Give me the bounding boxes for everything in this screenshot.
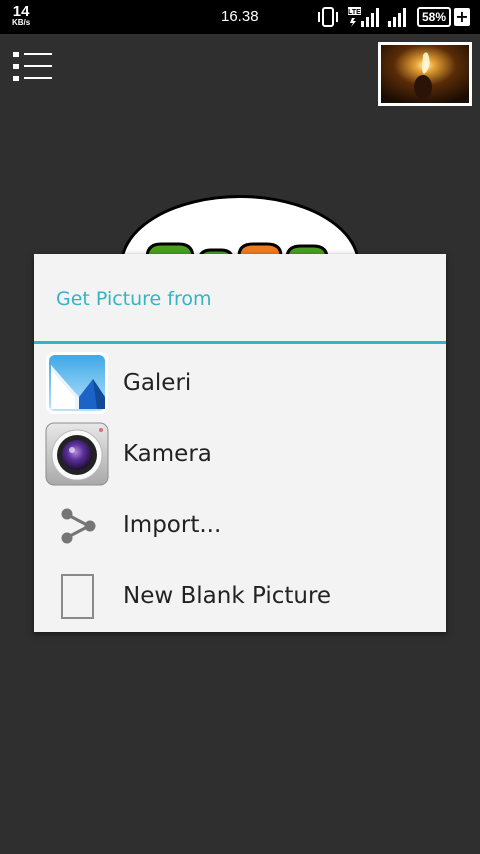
get-picture-dialog: Get Picture from Galeri Kamera Import...… bbox=[34, 254, 446, 632]
network-speed-value: 14 bbox=[12, 3, 30, 20]
charging-icon: + bbox=[454, 7, 470, 26]
blank-page-icon bbox=[45, 564, 109, 628]
signal-strength-icon bbox=[387, 8, 406, 27]
current-picture-thumbnail[interactable] bbox=[378, 42, 472, 106]
dialog-title-divider bbox=[34, 341, 446, 344]
option-kamera[interactable]: Kamera bbox=[34, 419, 446, 489]
option-new-blank-picture[interactable]: New Blank Picture bbox=[34, 561, 446, 631]
status-time: 16.38 bbox=[221, 8, 259, 25]
option-galeri[interactable]: Galeri bbox=[34, 348, 446, 418]
option-galeri-label: Galeri bbox=[123, 370, 192, 396]
network-speed: 14 KB/s bbox=[12, 4, 30, 27]
menu-list-icon[interactable] bbox=[13, 51, 53, 83]
option-import[interactable]: Import... bbox=[34, 490, 446, 560]
option-kamera-label: Kamera bbox=[123, 441, 212, 467]
lte-label: LTE bbox=[348, 9, 361, 16]
dialog-title: Get Picture from bbox=[56, 288, 212, 310]
vibrate-icon bbox=[317, 7, 338, 27]
lte-signal-icon: LTE bbox=[347, 7, 379, 27]
option-import-label: Import... bbox=[123, 512, 222, 538]
status-icons: LTE 58% + bbox=[317, 6, 470, 28]
battery-indicator: 58% + bbox=[416, 7, 470, 27]
gallery-icon bbox=[45, 351, 109, 415]
network-speed-unit: KB/s bbox=[12, 18, 31, 27]
status-bar: 14 KB/s 16.38 LTE 58% + bbox=[0, 0, 480, 34]
battery-level: 58% bbox=[416, 7, 451, 27]
camera-icon bbox=[45, 422, 109, 486]
option-new-blank-picture-label: New Blank Picture bbox=[123, 583, 332, 609]
share-icon bbox=[45, 493, 109, 557]
